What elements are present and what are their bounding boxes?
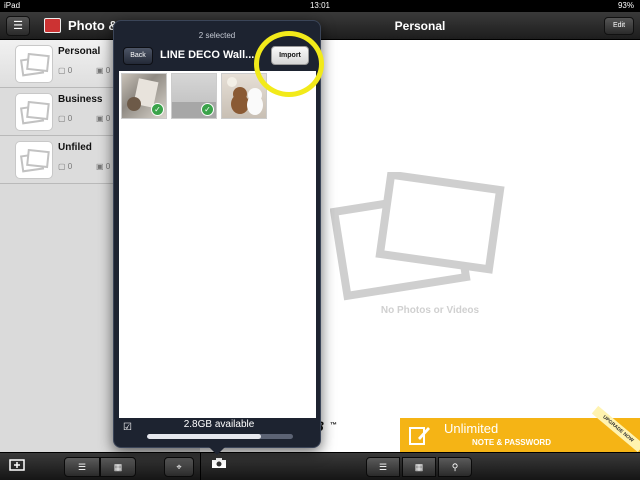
empty-photos-icon xyxy=(330,172,505,301)
storage-footer: ☑ 2.8GB available xyxy=(119,418,316,443)
storage-available: 2.8GB available xyxy=(183,419,255,430)
map-pin-icon: ⌖ xyxy=(176,462,182,472)
list-view-button[interactable]: ☰ xyxy=(366,457,400,477)
thumbnail-view-button[interactable]: ▦ xyxy=(402,457,436,477)
promo-subline: NOTE & PASSWORD xyxy=(472,438,551,447)
map-view-button[interactable]: ⚲ xyxy=(438,457,472,477)
album-thumbnail-icon xyxy=(15,45,53,83)
bottom-toolbar: ☰ ▦ ⌖ ☰ ▦ ⚲ xyxy=(0,452,640,480)
video-count: ▣ 0 xyxy=(96,162,111,171)
storage-bar xyxy=(147,434,293,439)
back-button[interactable]: Back xyxy=(123,47,153,65)
photo-thumbnail[interactable]: ✓ xyxy=(121,73,167,119)
highlight-circle xyxy=(254,31,324,97)
photo-grid: ✓ ✓ xyxy=(119,71,316,418)
promo-upgrade-panel[interactable]: Unlimited NOTE & PASSWORD UPGRADE NOW xyxy=(400,405,640,453)
list-icon: ☰ xyxy=(13,20,23,32)
menu-button[interactable]: ☰ xyxy=(6,16,30,36)
photo-count: ▢ 0 xyxy=(58,114,73,123)
add-folder-icon xyxy=(9,459,25,471)
edit-button[interactable]: Edit xyxy=(604,17,634,35)
promo-headline: Unlimited xyxy=(444,421,499,436)
photo-count: ▢ 0 xyxy=(58,66,73,75)
location-button[interactable]: ⌖ xyxy=(164,457,194,477)
list-icon: ☰ xyxy=(378,462,388,472)
popover-arrow xyxy=(209,447,225,455)
app-logo-icon xyxy=(44,18,61,33)
camera-button[interactable] xyxy=(206,457,232,477)
album-name: Personal xyxy=(58,46,101,57)
app-title: Photo & xyxy=(68,18,118,33)
album-name: Business xyxy=(58,94,103,105)
photo-thumbnail[interactable]: ✓ xyxy=(171,73,217,119)
video-count: ▣ 0 xyxy=(96,114,111,123)
grid-icon: ▦ xyxy=(414,462,424,472)
sort-list-button[interactable]: ☰ xyxy=(64,457,100,477)
map-pin-icon: ⚲ xyxy=(451,462,459,472)
grid-view-button[interactable]: ▦ xyxy=(100,457,136,477)
camera-icon xyxy=(212,458,226,468)
checklist-icon[interactable]: ☑ xyxy=(123,422,137,436)
battery-percent: 93% xyxy=(617,1,634,10)
selected-check-icon: ✓ xyxy=(201,103,214,116)
new-album-button[interactable] xyxy=(6,457,28,477)
selected-check-icon: ✓ xyxy=(151,103,164,116)
clock: 13:01 xyxy=(309,1,331,10)
album-thumbnail-icon xyxy=(15,141,53,179)
list-sort-icon: ☰ xyxy=(77,462,87,472)
photo-count: ▢ 0 xyxy=(58,162,73,171)
video-count: ▣ 0 xyxy=(96,66,111,75)
status-bar: iPad 13:01 93% xyxy=(0,0,640,12)
storage-bar-fill xyxy=(147,434,261,439)
note-edit-icon xyxy=(409,427,430,445)
album-thumbnail-icon xyxy=(15,93,53,131)
album-name: Unfiled xyxy=(58,142,92,153)
grid-icon: ▦ xyxy=(113,462,123,472)
